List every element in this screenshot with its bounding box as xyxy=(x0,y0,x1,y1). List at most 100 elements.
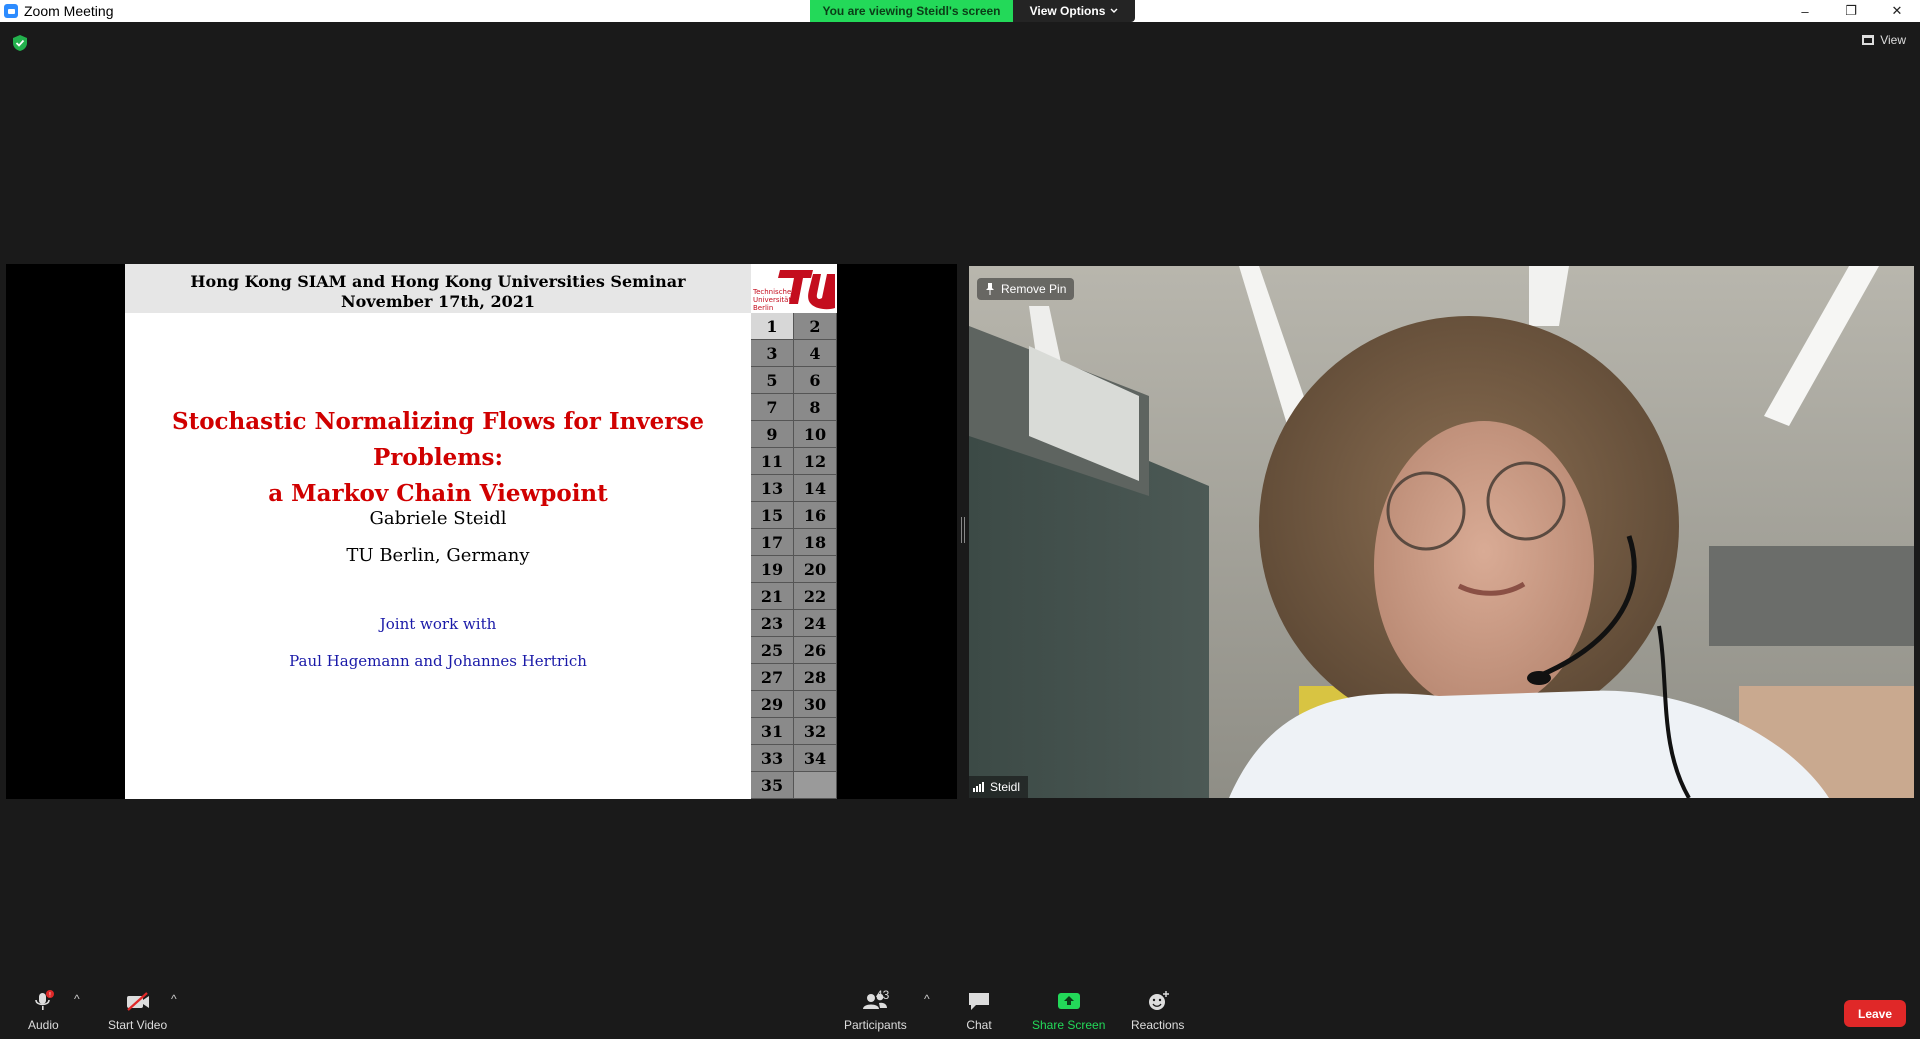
slide-title: Stochastic Normalizing Flows for Inverse… xyxy=(125,404,751,512)
slide-page-link[interactable]: 4 xyxy=(794,340,837,367)
slide-header-line1: Hong Kong SIAM and Hong Kong Universitie… xyxy=(190,272,686,291)
split-divider-handle[interactable] xyxy=(961,517,965,543)
slide-page-link[interactable]: 28 xyxy=(794,664,837,691)
slide-page-link[interactable]: 24 xyxy=(794,610,837,637)
security-shield-icon[interactable] xyxy=(12,34,28,52)
slide-page-link[interactable]: 3 xyxy=(751,340,794,367)
pin-icon xyxy=(986,283,994,295)
slide-page-link[interactable]: 12 xyxy=(794,448,837,475)
minimize-button[interactable]: – xyxy=(1782,0,1828,22)
slide-page-link[interactable]: 16 xyxy=(794,502,837,529)
slide-page-link[interactable]: 10 xyxy=(794,421,837,448)
slide-page-link[interactable]: 6 xyxy=(794,367,837,394)
restore-button[interactable]: ❐ xyxy=(1828,0,1874,22)
slide-page-link[interactable]: 27 xyxy=(751,664,794,691)
slide-page-link[interactable]: 33 xyxy=(751,745,794,772)
slide-author: Gabriele Steidl xyxy=(369,508,507,529)
participants-options-caret[interactable]: ^ xyxy=(924,992,930,1006)
slide-page-link[interactable]: 7 xyxy=(751,394,794,421)
participant-count: 43 xyxy=(876,988,890,1002)
window-controls: – ❐ ✕ xyxy=(1782,0,1920,22)
view-label: View xyxy=(1880,33,1906,47)
slide-coauthors: Paul Hagemann and Johannes Hertrich xyxy=(289,652,587,670)
tu-berlin-logo: Technische Universität Berlin xyxy=(751,264,837,313)
slide-page-link[interactable]: 35 xyxy=(751,772,794,799)
zoom-app-icon xyxy=(4,4,18,18)
slide-navigation-panel: Technische Universität Berlin 1234567891… xyxy=(751,264,837,799)
slide-page-link[interactable]: 19 xyxy=(751,556,794,583)
remove-pin-label: Remove Pin xyxy=(1001,282,1067,296)
slide-page-link[interactable]: 26 xyxy=(794,637,837,664)
grid-view-icon xyxy=(1862,35,1875,45)
microphone-icon: ! xyxy=(35,990,55,1010)
chat-button[interactable]: Chat xyxy=(966,990,992,1032)
slide-page-link[interactable]: 5 xyxy=(751,367,794,394)
slide-page-link[interactable]: 13 xyxy=(751,475,794,502)
slide-body: Stochastic Normalizing Flows for Inverse… xyxy=(125,313,751,799)
slide-page-link[interactable]: 11 xyxy=(751,448,794,475)
meeting-toolbar: ! Audio ^ Start Video ^ 43 Participants … xyxy=(0,970,1920,1039)
view-layout-button[interactable]: View xyxy=(1862,33,1906,47)
start-video-label: Start Video xyxy=(108,1018,168,1032)
close-button[interactable]: ✕ xyxy=(1874,0,1920,22)
audio-button[interactable]: ! Audio xyxy=(28,990,59,1032)
presentation-slide: Hong Kong SIAM and Hong Kong Universitie… xyxy=(125,264,755,799)
audio-label: Audio xyxy=(28,1018,59,1032)
reactions-label: Reactions xyxy=(1131,1018,1185,1032)
slide-page-link[interactable]: 30 xyxy=(794,691,837,718)
share-screen-label: Share Screen xyxy=(1032,1018,1106,1032)
audio-options-caret[interactable]: ^ xyxy=(74,992,80,1006)
share-screen-button[interactable]: Share Screen xyxy=(1032,990,1105,1032)
slide-page-link[interactable]: 31 xyxy=(751,718,794,745)
slide-page-link[interactable]: 8 xyxy=(794,394,837,421)
slide-header-line2: November 17th, 2021 xyxy=(340,292,536,311)
tu-logo-text: Technische Universität Berlin xyxy=(753,288,792,312)
video-off-icon xyxy=(126,992,149,1011)
slide-page-link[interactable]: 34 xyxy=(794,745,837,772)
share-screen-icon xyxy=(1057,993,1080,1009)
slide-page-link[interactable]: 21 xyxy=(751,583,794,610)
connection-signal-icon xyxy=(973,782,984,792)
view-options-label: View Options xyxy=(1029,4,1106,18)
slide-page-link[interactable]: 32 xyxy=(794,718,837,745)
participant-video-tile[interactable]: Remove Pin Steidl xyxy=(969,266,1914,798)
participant-name-tag: Steidl xyxy=(969,776,1029,798)
slide-page-link[interactable]: 29 xyxy=(751,691,794,718)
remove-pin-button[interactable]: Remove Pin xyxy=(977,278,1075,300)
view-options-button[interactable]: View Options xyxy=(1013,0,1135,22)
slide-page-link[interactable]: 1 xyxy=(751,313,794,340)
slide-page-link[interactable]: 15 xyxy=(751,502,794,529)
slide-affiliation: TU Berlin, Germany xyxy=(346,545,530,566)
slide-title-line2: a Markov Chain Viewpoint xyxy=(268,480,608,507)
viewing-screen-banner: You are viewing Steidl's screen xyxy=(810,0,1013,22)
slide-page-link[interactable]: 25 xyxy=(751,637,794,664)
slide-header: Hong Kong SIAM and Hong Kong Universitie… xyxy=(125,264,751,313)
window-title: Zoom Meeting xyxy=(24,3,114,19)
svg-text:!: ! xyxy=(49,992,51,999)
video-options-caret[interactable]: ^ xyxy=(171,992,177,1006)
participant-video-image xyxy=(969,266,1914,798)
chat-icon xyxy=(969,993,989,1010)
start-video-button[interactable]: Start Video xyxy=(108,990,167,1032)
slide-page-link[interactable]: 18 xyxy=(794,529,837,556)
participant-name: Steidl xyxy=(990,780,1021,794)
slide-title-line1: Stochastic Normalizing Flows for Inverse… xyxy=(171,408,705,471)
shared-screen: Hong Kong SIAM and Hong Kong Universitie… xyxy=(6,264,957,799)
reactions-smiley-icon xyxy=(1148,991,1169,1010)
slide-page-link[interactable]: 14 xyxy=(794,475,837,502)
leave-meeting-button[interactable]: Leave xyxy=(1844,1000,1906,1027)
slide-page-link[interactable]: 17 xyxy=(751,529,794,556)
participants-button[interactable]: 43 Participants xyxy=(844,988,907,1032)
slide-page-link[interactable]: 2 xyxy=(794,313,837,340)
reactions-button[interactable]: Reactions xyxy=(1131,990,1184,1032)
slide-page-link[interactable]: 22 xyxy=(794,583,837,610)
slide-page-grid: 1 2 3 4 5 6 7 8 9 10 11 12 13 14 15 16 17 18 19 20 21 22 23 24 2… xyxy=(751,313,837,799)
chat-label: Chat xyxy=(966,1018,992,1032)
slide-page-link[interactable]: 9 xyxy=(751,421,794,448)
chevron-down-icon xyxy=(1110,8,1118,13)
slide-joint-work: Joint work with xyxy=(379,615,497,633)
slide-page-empty xyxy=(794,772,837,799)
participants-label: Participants xyxy=(844,1018,907,1032)
slide-page-link[interactable]: 23 xyxy=(751,610,794,637)
slide-page-link[interactable]: 20 xyxy=(794,556,837,583)
